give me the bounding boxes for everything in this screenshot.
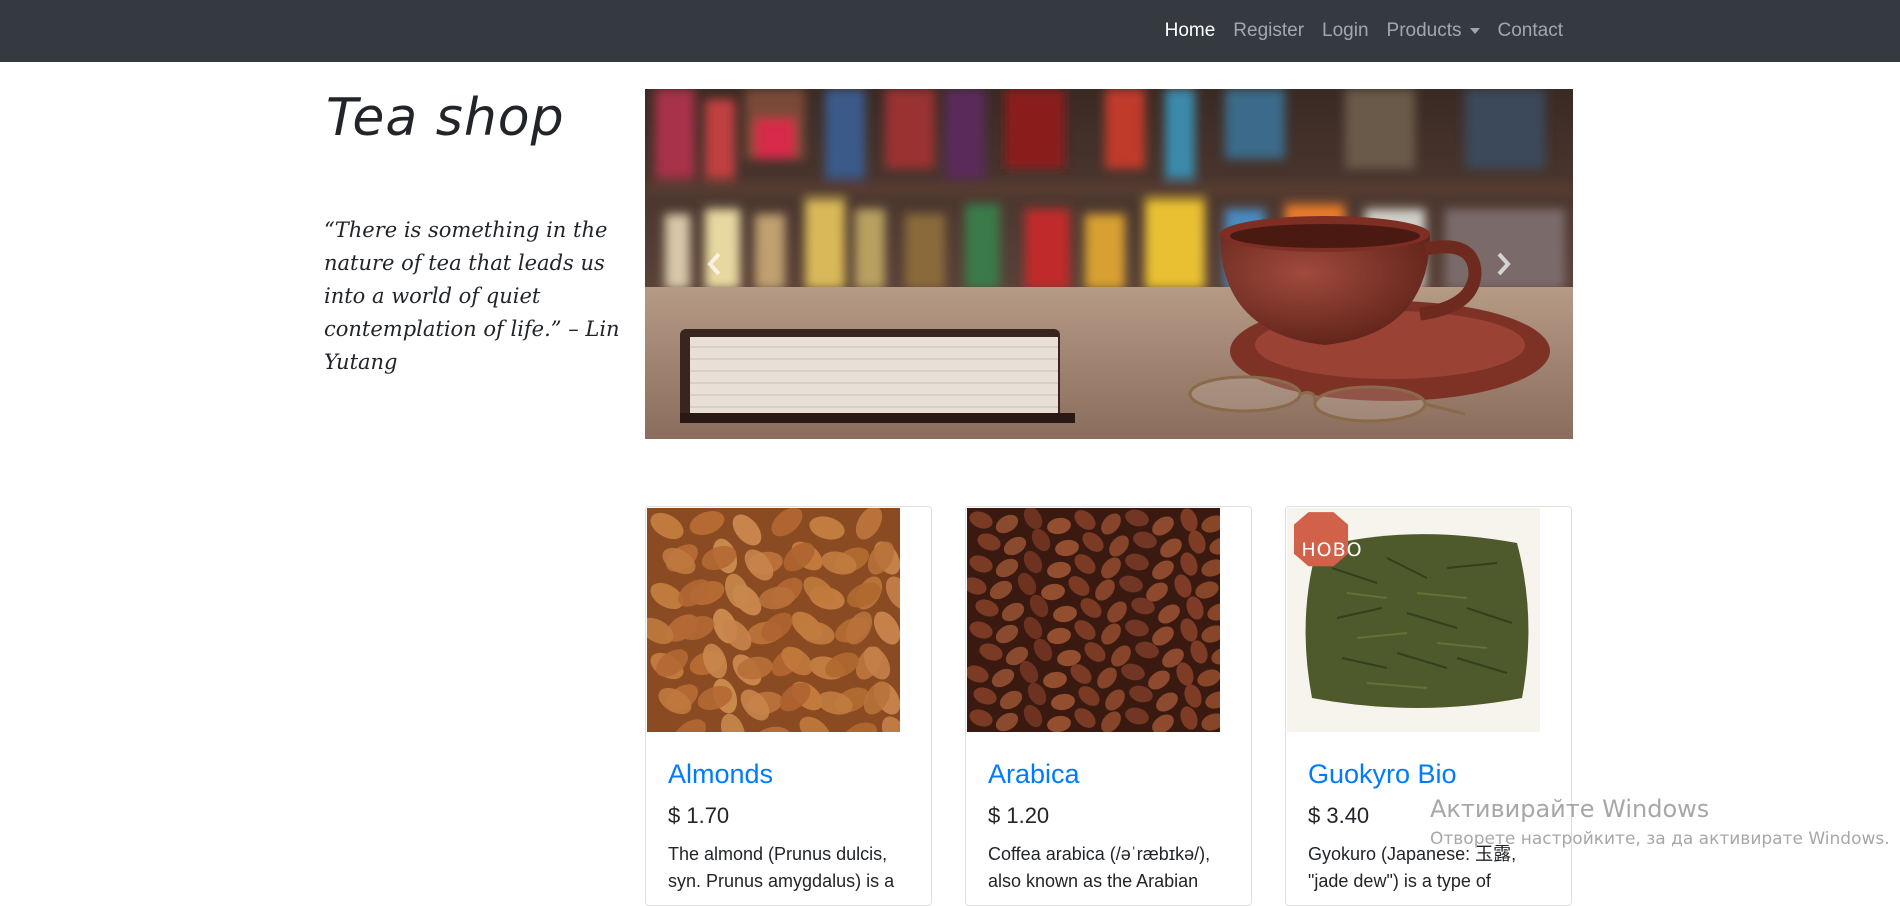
nav-login-link[interactable]: Login — [1322, 20, 1369, 42]
product-card-arabica[interactable]: Arabica $ 1.20 Coffea arabica (/əˈræbɪkə… — [965, 506, 1252, 906]
top-navbar: Home Register Login Products Contact — [0, 0, 1900, 62]
product-price: $ 1.20 — [988, 803, 1050, 828]
carousel-image — [645, 89, 1573, 439]
product-image-almonds — [647, 508, 900, 732]
hero-quote: “There is something in the nature of tea… — [324, 218, 620, 374]
nav-links: Home Register Login Products Contact — [1165, 0, 1563, 62]
new-badge-label: НОВО — [1301, 539, 1363, 561]
nav-home-link[interactable]: Home — [1165, 20, 1216, 42]
product-description: Coffea arabica (/əˈræbɪkə/), also known … — [988, 844, 1211, 891]
product-description: The almond (Prunus dulcis, syn. Prunus a… — [668, 844, 895, 891]
product-description: Gyokuro (Japanese: 玉露, "jade dew") is a … — [1308, 844, 1517, 891]
watermark-title: Активирайте Windows — [1430, 795, 1710, 823]
chevron-left-icon — [707, 252, 721, 276]
windows-activation-watermark: Активирайте Windows Отворете настройките… — [1430, 795, 1890, 849]
nav-products-label: Products — [1386, 20, 1462, 41]
nav-contact-link[interactable]: Contact — [1498, 20, 1563, 42]
product-title-link[interactable]: Arabica — [988, 757, 1238, 791]
product-card-body: Arabica $ 1.20 Coffea arabica (/əˈræbɪkə… — [988, 757, 1238, 895]
caret-down-icon — [1469, 28, 1480, 34]
product-title-link[interactable]: Guokyro Bio — [1308, 757, 1558, 791]
hero-carousel[interactable] — [645, 89, 1573, 439]
product-title-link[interactable]: Almonds — [668, 757, 918, 791]
product-image-guokyro-bio: НОВО — [1287, 508, 1540, 732]
nav-register-link[interactable]: Register — [1233, 20, 1304, 42]
site-title: Tea shop — [326, 88, 565, 148]
watermark-subtitle: Отворете настройките, за да активирате W… — [1430, 829, 1890, 849]
product-card-almonds[interactable]: Almonds $ 1.70 The almond (Prunus dulcis… — [645, 506, 932, 906]
product-card-body: Almonds $ 1.70 The almond (Prunus dulcis… — [668, 757, 918, 895]
product-price: $ 1.70 — [668, 803, 730, 828]
chevron-right-icon — [1497, 252, 1511, 276]
carousel-prev-button[interactable] — [685, 239, 745, 289]
product-image-arabica — [967, 508, 1220, 732]
carousel-next-button[interactable] — [1473, 239, 1533, 289]
nav-products-dropdown[interactable]: Products — [1387, 20, 1480, 42]
